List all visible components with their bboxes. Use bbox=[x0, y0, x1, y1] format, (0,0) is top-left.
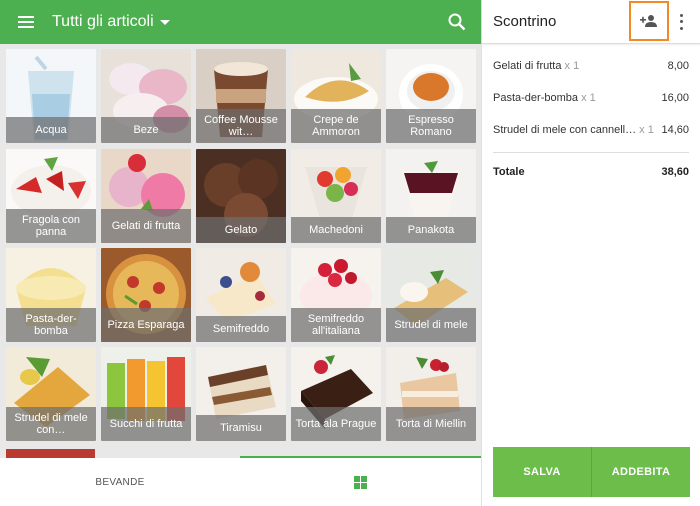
receipt-line[interactable]: Gelati di frutta x 1 8,00 bbox=[493, 56, 689, 76]
item-label: Pizza Esparaga bbox=[101, 308, 191, 342]
total-label: Totale bbox=[493, 166, 525, 178]
total-row: Totale 38,60 bbox=[493, 166, 689, 182]
receipt-title: Scontrino bbox=[493, 13, 557, 30]
line-name: Strudel di mele con cannell… bbox=[493, 124, 637, 136]
item-tile[interactable]: Acqua bbox=[6, 49, 96, 143]
item-tile[interactable]: Succhi di frutta bbox=[101, 347, 191, 441]
item-label: Beze bbox=[101, 117, 191, 143]
add-person-icon bbox=[640, 15, 657, 27]
item-label: Gelato bbox=[196, 217, 286, 243]
item-label: Machedoni bbox=[291, 217, 381, 243]
item-tile[interactable]: Pizza Esparaga bbox=[101, 248, 191, 342]
item-label: Crepe de Ammoron bbox=[291, 109, 381, 143]
grid-view-icon bbox=[354, 475, 367, 489]
top-app-bar: Tutti gli articoli bbox=[0, 0, 481, 44]
item-tile[interactable]: Panakota bbox=[386, 149, 476, 243]
items-grid: Acqua Beze Coffee Mousse wit… Crepe de A… bbox=[6, 49, 476, 449]
save-button[interactable]: SALVA bbox=[493, 447, 591, 497]
item-tile[interactable]: Gelato bbox=[196, 149, 286, 243]
receipt-panel: Scontrino Gelati di frutta x 1 8,00 Past… bbox=[481, 0, 700, 506]
charge-button[interactable]: ADDEBITA bbox=[591, 447, 690, 497]
item-tile[interactable]: Strudel di mele bbox=[386, 248, 476, 342]
line-price: 16,00 bbox=[661, 92, 689, 104]
line-qty: x 1 bbox=[564, 60, 580, 72]
search-icon[interactable] bbox=[447, 12, 467, 32]
item-tile[interactable]: Semifreddo bbox=[196, 248, 286, 342]
action-buttons: SALVA ADDEBITA bbox=[493, 447, 690, 497]
item-label: Acqua bbox=[6, 117, 96, 143]
item-tile[interactable]: Fragola con panna bbox=[6, 149, 96, 243]
item-tile[interactable]: Strudel di mele con… bbox=[6, 347, 96, 441]
line-name: Pasta-der-bomba bbox=[493, 92, 578, 104]
line-name: Gelati di frutta bbox=[493, 60, 562, 72]
receipt-line[interactable]: Pasta-der-bomba x 1 16,00 bbox=[493, 88, 689, 108]
line-price: 8,00 bbox=[667, 60, 689, 72]
tab-bevande[interactable]: BEVANDE bbox=[0, 458, 240, 506]
item-tile[interactable]: Semifreddo all'italiana bbox=[291, 248, 381, 342]
receipt-header: Scontrino bbox=[482, 0, 700, 44]
item-label: Pasta-der-bomba bbox=[6, 308, 96, 342]
divider bbox=[493, 152, 689, 153]
item-tile[interactable]: Torta ala Prague bbox=[291, 347, 381, 441]
item-label: Gelati di frutta bbox=[101, 209, 191, 243]
item-label: Espresso Romano bbox=[386, 109, 476, 143]
item-tile[interactable]: Espresso Romano bbox=[386, 49, 476, 143]
item-label: Fragola con panna bbox=[6, 209, 96, 243]
item-tile[interactable]: Coffee Mousse wit… bbox=[196, 49, 286, 143]
item-label: Coffee Mousse wit… bbox=[196, 109, 286, 143]
item-label: Torta ala Prague bbox=[291, 407, 381, 441]
item-label: Tiramisu bbox=[196, 415, 286, 441]
item-tile[interactable]: Torta di Miellin bbox=[386, 347, 476, 441]
line-price: 14,60 bbox=[661, 124, 689, 136]
item-tile[interactable]: Gelati di frutta bbox=[101, 149, 191, 243]
item-tile[interactable]: Pasta-der-bomba bbox=[6, 248, 96, 342]
menu-icon[interactable] bbox=[0, 0, 52, 44]
tab-grid[interactable] bbox=[240, 458, 481, 506]
item-label: Panakota bbox=[386, 217, 476, 243]
item-label: Strudel di mele con… bbox=[6, 407, 96, 441]
item-label: Succhi di frutta bbox=[101, 407, 191, 441]
more-options-icon[interactable] bbox=[676, 12, 686, 32]
item-tile[interactable]: Beze bbox=[101, 49, 191, 143]
category-title[interactable]: Tutti gli articoli bbox=[52, 13, 154, 31]
line-qty: x 1 bbox=[581, 92, 596, 104]
item-tile[interactable]: Tiramisu bbox=[196, 347, 286, 441]
item-tile-partial[interactable] bbox=[6, 449, 95, 458]
receipt-line[interactable]: Strudel di mele con cannell… x 1 14,60 bbox=[493, 120, 689, 140]
items-panel: Tutti gli articoli Acqua Beze Coffee Mou… bbox=[0, 0, 481, 506]
item-label: Strudel di mele bbox=[386, 308, 476, 342]
item-label: Semifreddo all'italiana bbox=[291, 308, 381, 342]
add-customer-button[interactable] bbox=[629, 1, 669, 41]
item-label: Semifreddo bbox=[196, 316, 286, 342]
total-value: 38,60 bbox=[661, 166, 689, 178]
item-label: Torta di Miellin bbox=[386, 407, 476, 441]
line-qty: x 1 bbox=[639, 124, 654, 136]
category-dropdown-icon[interactable] bbox=[159, 19, 170, 25]
item-tile[interactable]: Machedoni bbox=[291, 149, 381, 243]
item-tile[interactable]: Crepe de Ammoron bbox=[291, 49, 381, 143]
